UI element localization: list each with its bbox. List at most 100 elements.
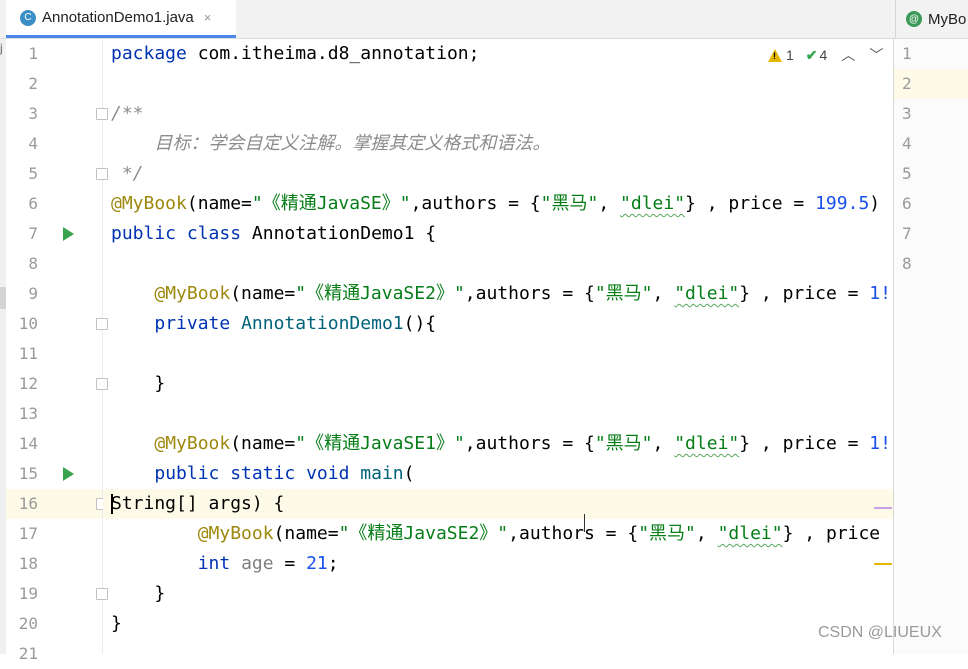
tab-mybook[interactable]: @ MyBo	[895, 0, 968, 38]
line-number[interactable]: 4	[902, 129, 912, 159]
code-line[interactable]: private AnnotationDemo1(){	[111, 309, 436, 339]
code-token: "黑马"	[540, 193, 599, 214]
line-number[interactable]: 2	[12, 69, 38, 99]
code-token: "《精通JavaSE2》"	[295, 283, 465, 304]
code-token: public class	[111, 223, 252, 244]
code-token: }	[111, 373, 166, 394]
line-number[interactable]: 6	[902, 189, 912, 219]
code-token: (name=	[230, 433, 296, 454]
left-strip-label: j	[0, 41, 3, 55]
run-gutter-icon[interactable]	[63, 227, 74, 241]
code-token: (){	[403, 313, 437, 334]
line-number[interactable]: 7	[902, 219, 912, 249]
inspection-widget[interactable]: ! 1 ✔ 4 ︿ ﹀	[768, 44, 884, 66]
code-line[interactable]: public static void main(	[111, 459, 414, 489]
code-token: )	[869, 193, 881, 214]
line-number[interactable]: 17	[12, 519, 38, 549]
code-token: "黑马"	[594, 283, 653, 304]
code-line[interactable]: 目标：学会自定义注解。掌握其定义格式和语法。	[111, 129, 550, 159]
line-number[interactable]: 5	[12, 159, 38, 189]
code-token: "黑马"	[638, 523, 696, 544]
code-token: main	[360, 463, 404, 484]
code-token: } , price	[782, 523, 881, 544]
line-number[interactable]: 15	[12, 459, 38, 489]
code-token: ,authors = {	[464, 283, 595, 304]
code-line[interactable]: @MyBook(name="《精通JavaSE2》",authors = {"黑…	[111, 519, 880, 549]
editor-tab-bar: C AnnotationDemo1.java × @ MyBo	[0, 0, 968, 39]
code-line[interactable]: }	[111, 609, 122, 639]
java-class-icon: C	[20, 9, 36, 26]
line-number[interactable]: 14	[12, 429, 38, 459]
code-token: @MyBook	[111, 193, 187, 214]
line-number[interactable]: 3	[12, 99, 38, 129]
code-line[interactable]: */	[111, 159, 144, 189]
line-number[interactable]: 4	[12, 129, 38, 159]
code-line[interactable]: public class AnnotationDemo1 {	[111, 219, 436, 249]
error-stripe-mark[interactable]	[874, 507, 892, 509]
line-number-gutter: 1 2 3 4 5 6 7 8 9 10 11 12 13 14 15 16 17 18 19 20 21	[6, 39, 108, 663]
line-number[interactable]: 2	[902, 69, 912, 99]
annotation-icon: @	[906, 11, 922, 27]
line-number[interactable]: 9	[12, 279, 38, 309]
code-line[interactable]: /**	[111, 99, 144, 129]
line-number[interactable]: 12	[12, 369, 38, 399]
code-token: AnnotationDemo1	[241, 313, 404, 334]
line-number[interactable]: 11	[12, 339, 38, 369]
close-icon[interactable]: ×	[204, 10, 212, 25]
chevron-down-icon[interactable]: ﹀	[869, 45, 883, 65]
line-number[interactable]: 21	[12, 639, 38, 669]
line-number[interactable]: 6	[12, 189, 38, 219]
warning-count: 1	[786, 47, 794, 63]
line-number[interactable]: 16	[12, 489, 38, 519]
line-number[interactable]: 19	[12, 579, 38, 609]
code-line[interactable]: }	[111, 369, 165, 399]
warning-stripe-mark[interactable]	[874, 563, 892, 565]
line-number[interactable]: 10	[12, 309, 38, 339]
line-number[interactable]: 3	[902, 99, 912, 129]
code-token: ,	[695, 523, 718, 544]
code-line[interactable]: @MyBook(name="《精通JavaSE2》",authors = {"黑…	[111, 279, 891, 309]
run-gutter-icon[interactable]	[63, 467, 74, 481]
code-line[interactable]: @MyBook(name="《精通JavaSE1》",authors = {"黑…	[111, 429, 891, 459]
line-number[interactable]: 8	[12, 249, 38, 279]
code-line[interactable]: int age = 21;	[111, 549, 339, 579]
tab-annotationdemo1[interactable]: C AnnotationDemo1.java ×	[6, 0, 236, 38]
code-token: age	[241, 553, 274, 574]
code-editor[interactable]: package com.itheima.d8_annotation; /** 目标…	[103, 39, 893, 654]
mouse-cursor	[584, 514, 587, 532]
code-token: ,authors = {	[410, 193, 541, 214]
code-line[interactable]: String[] args) {	[111, 489, 284, 519]
code-line[interactable]: @MyBook(name="《精通JavaSE》",authors = {"黑马…	[111, 189, 880, 219]
code-token: (name=	[230, 283, 296, 304]
code-token: "dlei"	[717, 523, 783, 544]
code-token: @MyBook	[197, 523, 274, 544]
line-number[interactable]: 5	[902, 159, 912, 189]
code-token: */	[111, 163, 144, 184]
line-number[interactable]: 1	[902, 39, 912, 69]
code-line[interactable]: package com.itheima.d8_annotation;	[111, 39, 479, 69]
line-number[interactable]: 1	[12, 39, 38, 69]
code-token: 21	[306, 553, 328, 574]
line-number[interactable]: 20	[12, 609, 38, 639]
code-token: } , price =	[739, 283, 870, 304]
tab-label: MyBo	[928, 10, 967, 28]
line-number[interactable]: 8	[902, 249, 912, 279]
code-token: (name=	[186, 193, 252, 214]
code-token: String[] args) {	[111, 493, 285, 514]
code-token: (name=	[273, 523, 339, 544]
code-token: "dlei"	[674, 433, 740, 454]
split-editor-pane[interactable]: 12345678	[893, 39, 968, 654]
line-number[interactable]: 13	[12, 399, 38, 429]
line-number[interactable]: 18	[12, 549, 38, 579]
code-token: @MyBook	[154, 283, 231, 304]
code-token: public static void	[154, 463, 361, 484]
code-token: "黑马"	[594, 433, 653, 454]
code-token: /**	[111, 103, 144, 124]
chevron-up-icon[interactable]: ︿	[841, 45, 855, 65]
line-number[interactable]: 7	[12, 219, 38, 249]
code-token: package	[111, 43, 187, 64]
code-line[interactable]: }	[111, 579, 165, 609]
